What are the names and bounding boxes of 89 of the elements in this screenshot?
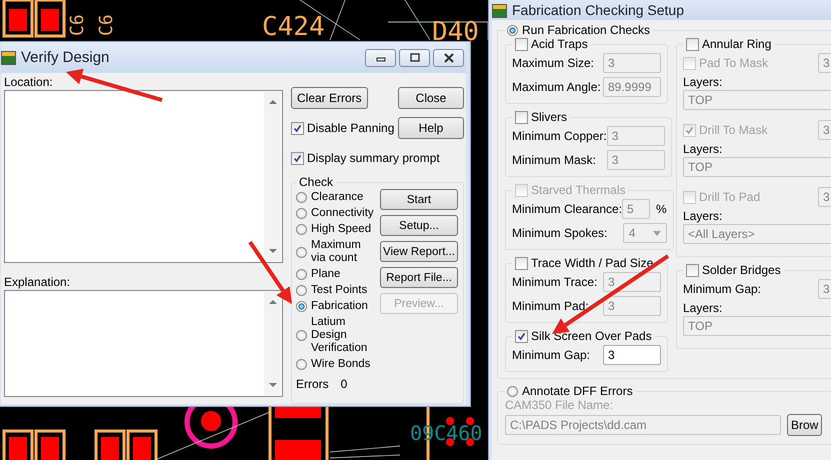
radio-button[interactable] (296, 301, 307, 312)
radio-button[interactable] (296, 208, 307, 219)
radio-label[interactable]: Test Points (311, 284, 368, 297)
group-title: Check (298, 175, 334, 189)
field-label: Maximum Size: (512, 56, 594, 70)
scroll-down-icon[interactable] (268, 383, 276, 387)
field-label: Location: (4, 74, 53, 90)
field-label: Minimum Clearance: (512, 202, 622, 216)
checkbox[interactable] (291, 122, 304, 134)
field-label: Minimum Copper: (512, 129, 607, 143)
radio-button[interactable] (296, 285, 307, 296)
radio-button[interactable] (507, 25, 518, 36)
field-label: Layers: (683, 209, 724, 223)
annotation-arrow (248, 240, 292, 304)
field-label: Minimum Mask: (512, 153, 596, 167)
window-title: Verify Design (21, 49, 110, 66)
checkbox-label[interactable]: Trace Width / Pad Size (531, 256, 654, 270)
field-label: Layers: (683, 301, 724, 315)
scrollbar[interactable] (264, 92, 281, 261)
radio-label[interactable]: Plane (311, 268, 340, 281)
checkbox-label[interactable]: Slivers (531, 110, 568, 124)
radio-button[interactable] (296, 224, 307, 235)
help-button[interactable]: Help (398, 117, 464, 139)
field-label: Minimum Trace: (512, 275, 598, 289)
radio-label[interactable]: Wire Bonds (311, 358, 370, 371)
close-icon (442, 52, 454, 62)
radio-button[interactable] (296, 359, 307, 370)
check-button[interactable]: View Report... (380, 241, 458, 262)
radio-label[interactable]: High Speed (311, 223, 372, 236)
radio-button[interactable] (296, 192, 307, 203)
checkbox-label[interactable]: Disable Panning (307, 121, 394, 135)
checkbox[interactable] (291, 152, 304, 164)
check-button[interactable]: Setup... (380, 215, 458, 236)
radio-label[interactable]: Clearance (311, 191, 364, 204)
checkbox-label[interactable]: Acid Traps (531, 37, 588, 51)
checkbox[interactable] (515, 38, 528, 50)
component-label: C6 (67, 14, 88, 36)
checkbox[interactable] (686, 38, 699, 50)
field-label: Minimum Pad: (512, 299, 589, 313)
component-label: D40 (432, 17, 479, 47)
radio-button[interactable] (296, 269, 307, 280)
browse-button[interactable]: Brow (787, 414, 822, 436)
field-label: Explanation: (4, 274, 70, 290)
errors-count: 0 (340, 377, 348, 391)
checkbox[interactable] (515, 110, 528, 124)
unit-label: % (656, 202, 667, 216)
field-label: CAM350 File Name: (505, 398, 614, 412)
checkbox-label[interactable]: Solder Bridges (702, 263, 781, 277)
radio-label[interactable]: Annotate DFF Errors (522, 385, 633, 398)
dropdown-arrow-icon (652, 230, 661, 236)
minimize-button[interactable] (365, 48, 396, 66)
scroll-down-icon[interactable] (268, 249, 276, 253)
window-title: Fabrication Checking Setup (512, 2, 684, 18)
component-label: C424 (262, 12, 325, 42)
radio-label[interactable]: Run Fabrication Checks (522, 24, 650, 37)
field-label: Minimum Gap: (683, 282, 762, 296)
checkbox-label[interactable]: Display summary prompt (307, 151, 440, 165)
radio-button[interactable] (296, 330, 307, 341)
radio-button[interactable] (296, 246, 307, 258)
list-box[interactable] (4, 90, 283, 263)
app-icon (492, 4, 507, 18)
checkbox[interactable] (686, 264, 699, 276)
input-field[interactable]: 3 (603, 345, 661, 365)
checkbox-label[interactable]: Annular Ring (702, 37, 772, 51)
list-box[interactable] (4, 290, 283, 397)
radio-label[interactable]: Fabrication (311, 300, 368, 313)
field-label: Layers: (683, 142, 724, 156)
radio-button[interactable] (507, 386, 518, 397)
close-button[interactable]: Close (398, 87, 464, 109)
maximize-button[interactable] (399, 48, 430, 66)
maximize-icon (408, 52, 420, 62)
checkbox[interactable] (515, 256, 528, 270)
radio-label[interactable]: Maximum via count (311, 239, 376, 265)
radio-label[interactable]: Latium Design Verification (311, 316, 376, 355)
field-label: Maximum Angle: (512, 80, 601, 94)
radio-label[interactable]: Connectivity (311, 207, 374, 220)
check-button[interactable]: Start (380, 189, 458, 210)
scroll-up-icon[interactable] (268, 100, 276, 104)
scrollbar[interactable] (264, 292, 281, 395)
field-label: Minimum Spokes: (512, 226, 608, 240)
field-label: Layers: (683, 75, 724, 89)
checkbox[interactable] (515, 330, 528, 342)
component-label: C6 (96, 14, 117, 36)
clear-errors-button[interactable]: Clear Errors (291, 87, 368, 109)
close-button[interactable] (433, 48, 464, 66)
field-label: Minimum Gap: (512, 348, 590, 362)
app-icon (1, 50, 16, 64)
errors-label: Errors (296, 377, 329, 391)
check-button[interactable]: Report File... (380, 267, 458, 288)
